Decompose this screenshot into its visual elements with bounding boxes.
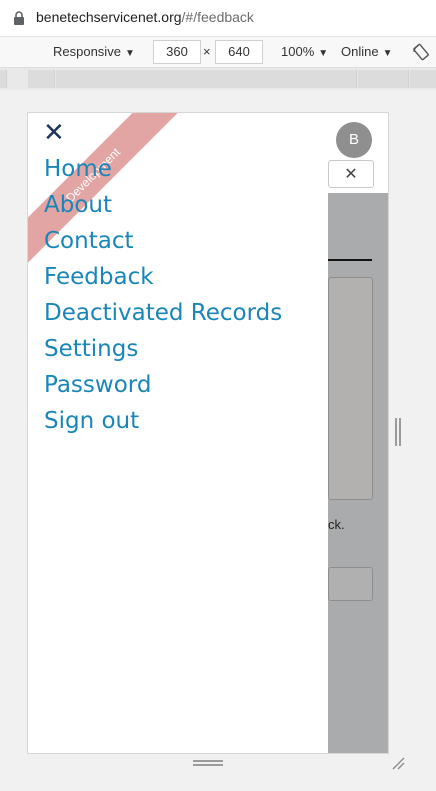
menu-item-settings[interactable]: Settings xyxy=(44,331,282,367)
ruler-segment[interactable] xyxy=(0,70,7,88)
address-bar[interactable]: benetechservicenet.org/#/feedback xyxy=(0,0,436,37)
network-select-label: Online xyxy=(341,44,379,59)
bottom-resize-handle[interactable] xyxy=(193,760,223,768)
close-button[interactable]: ✕ xyxy=(328,160,374,188)
ruler-segment[interactable] xyxy=(28,70,55,88)
media-query-ruler[interactable] xyxy=(0,68,436,90)
width-input[interactable]: 360 xyxy=(153,40,201,64)
chevron-down-icon: ▼ xyxy=(382,48,393,59)
feedback-hint-text: ck. xyxy=(328,517,345,532)
menu-item-sign-out[interactable]: Sign out xyxy=(44,403,282,439)
ruler-segment[interactable] xyxy=(56,70,357,88)
device-select-label: Responsive xyxy=(53,44,121,59)
device-viewport: B ✕ ck. Development ✕ Home About Contact… xyxy=(27,112,389,754)
zoom-select-label: 100% xyxy=(281,44,315,59)
device-toolbar: Responsive ▼ 360 × 640 100% ▼ Online ▼ xyxy=(0,37,436,68)
menu-item-password[interactable]: Password xyxy=(44,367,282,403)
nav-drawer: Development ✕ Home About Contact Feedbac… xyxy=(28,113,328,753)
menu-item-feedback[interactable]: Feedback xyxy=(44,259,282,295)
ruler-segment[interactable] xyxy=(358,70,409,88)
corner-resize-icon[interactable] xyxy=(391,756,405,770)
network-select[interactable]: Online ▼ xyxy=(341,44,392,59)
url-path: /#/feedback xyxy=(181,9,254,25)
menu-item-deactivated-records[interactable]: Deactivated Records xyxy=(44,295,282,331)
chevron-down-icon: ▼ xyxy=(124,48,135,59)
url-host: benetechservicenet.org xyxy=(36,9,182,25)
ruler-segment[interactable] xyxy=(410,70,436,88)
divider xyxy=(328,259,372,261)
menu-item-contact[interactable]: Contact xyxy=(44,223,282,259)
url-text[interactable]: benetechservicenet.org/#/feedback xyxy=(36,9,254,25)
lock-icon xyxy=(14,11,24,25)
chevron-down-icon: ▼ xyxy=(318,48,329,59)
device-select[interactable]: Responsive ▼ xyxy=(53,44,135,59)
dimension-separator: × xyxy=(203,44,211,59)
zoom-select[interactable]: 100% ▼ xyxy=(281,44,328,59)
feedback-textarea[interactable] xyxy=(328,277,373,500)
menu-item-about[interactable]: About xyxy=(44,187,282,223)
close-icon[interactable]: ✕ xyxy=(43,120,67,146)
rotate-icon[interactable] xyxy=(412,43,430,61)
nav-menu: Home About Contact Feedback Deactivated … xyxy=(44,151,282,439)
feedback-input[interactable] xyxy=(328,567,373,601)
height-input[interactable]: 640 xyxy=(215,40,263,64)
avatar[interactable]: B xyxy=(336,122,372,158)
menu-item-home[interactable]: Home xyxy=(44,151,282,187)
right-resize-handle[interactable] xyxy=(395,418,401,446)
